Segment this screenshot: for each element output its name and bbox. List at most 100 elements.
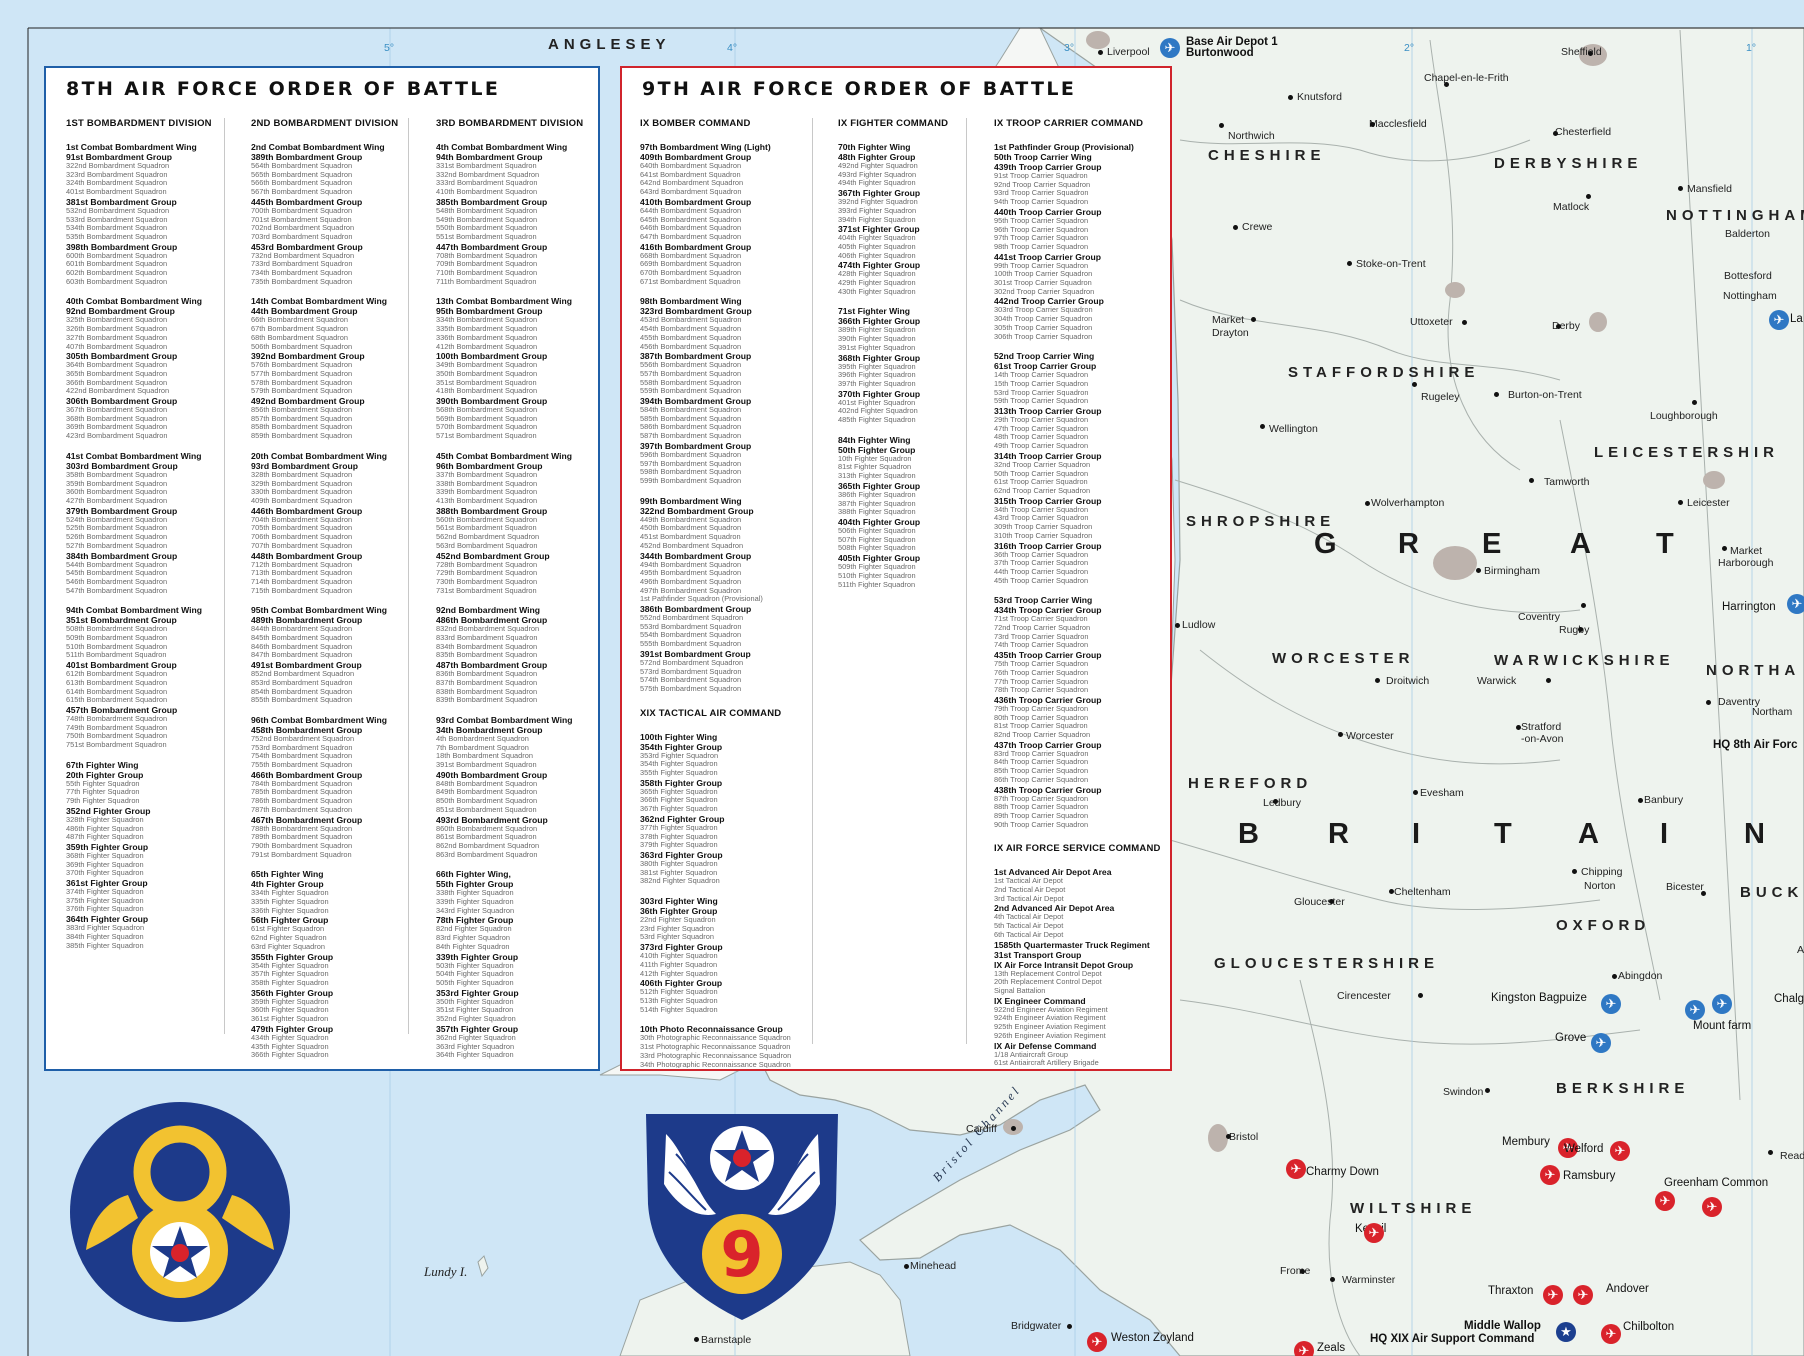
squadron-name: 422nd Bombardment Squadron — [66, 386, 170, 396]
town-dot — [1365, 501, 1370, 506]
town-label: Bottesford — [1724, 270, 1772, 282]
unit-group: 53rd Troop Carrier Wing 434th Troop Carri… — [994, 595, 1164, 829]
unit-group: 1st Pathfinder Group (Provisional) 50th T… — [994, 142, 1164, 341]
sea-label-anglesey: ANGLESEY — [548, 36, 671, 53]
unit-group: 84th Fighter Wing 50th Fighter Group 10th … — [838, 435, 962, 589]
town-dot — [1485, 1088, 1490, 1093]
squadron-name: 859th Bombardment Squadron — [251, 431, 353, 441]
airfield-icon: ✈ — [1364, 1223, 1384, 1243]
town-dot — [1706, 700, 1711, 705]
town-dot — [1330, 1277, 1335, 1282]
town-label: Chipping — [1581, 866, 1623, 878]
unit-group: 66th Fighter Wing, 55th Fighter Group 338t… — [436, 869, 596, 1060]
squadron-name: 343rd Fighter Squadron — [436, 905, 515, 915]
squadron-name: 603th Bombardment Squadron — [66, 276, 168, 286]
squadron-name: 452nd Bombardment Squadron — [640, 540, 744, 550]
county-label: WILTSHIRE — [1350, 1200, 1477, 1217]
hq-label: Burtonwood — [1186, 47, 1254, 59]
town-label: Gloucester — [1294, 896, 1345, 908]
longitude-label: 2° — [1404, 42, 1415, 54]
command-column-1: IX BOMBER COMMAND 97th Bombardment Wing (… — [640, 118, 812, 1068]
hq-label: HQ XIX Air Support Command — [1370, 1333, 1535, 1345]
town-dot — [1612, 974, 1617, 979]
squadron-name: 59th Troop Carrier Squadron — [994, 396, 1089, 406]
town-dot — [1098, 50, 1103, 55]
town-dot — [1529, 478, 1534, 483]
town-label: Ledbury — [1263, 797, 1301, 809]
unit-group: 100th Fighter Wing 354th Fighter Group 353… — [640, 732, 812, 886]
wing-title: 84th Fighter Wing — [838, 434, 911, 445]
country-letter: R — [1328, 818, 1349, 850]
town-dot — [1692, 400, 1697, 405]
squadron-name: 310th Troop Carrier Squadron — [994, 530, 1093, 540]
squadron-name: 494th Fighter Squadron — [838, 178, 916, 188]
county-label: WORCESTER — [1272, 650, 1415, 667]
country-letter: I — [1412, 818, 1421, 850]
wing-title: 70th Fighter Wing — [838, 142, 911, 152]
airfield-icon: ✈ — [1769, 310, 1789, 330]
squadron-name: 84th Fighter Squadron — [436, 941, 510, 951]
town-label: Cardiff — [966, 1123, 997, 1135]
town-label: Worcester — [1346, 730, 1394, 742]
town-dot — [1553, 131, 1558, 136]
town-label: Chesterfield — [1555, 126, 1612, 138]
town-label: Northwich — [1228, 130, 1275, 142]
column-heading: 3RD BOMBARDMENT DIVISION — [436, 118, 584, 129]
unit-group: 10th Photo Reconnaissance Group 30th Phot… — [640, 1024, 812, 1068]
town-label: Uttoxeter — [1410, 316, 1453, 328]
unit-group: 40th Combat Bombardment Wing 92nd Bombard… — [66, 296, 238, 440]
airfield-label: Harrington — [1722, 601, 1776, 613]
town-dot — [904, 1264, 909, 1269]
squadron-name: 82nd Troop Carrier Squadron — [994, 730, 1091, 740]
airfield-icon: ✈ — [1655, 1191, 1675, 1211]
town-dot — [694, 1337, 699, 1342]
town-dot — [1375, 678, 1380, 683]
town-dot — [1329, 899, 1334, 904]
squadron-name: 847th Bombardment Squadron — [251, 650, 353, 660]
county-label: BUCKI — [1740, 884, 1804, 901]
wing-title: 52nd Troop Carrier Wing — [994, 351, 1095, 362]
group-name: 452nd Bombardment Group — [436, 550, 550, 561]
airfield-label: Zeals — [1317, 1342, 1346, 1354]
squadron-name: 63rd Fighter Squadron — [251, 941, 325, 951]
airfield-icon: ✈ — [1286, 1159, 1306, 1179]
county-label: NOTTINGHAMSHI — [1666, 207, 1804, 224]
column-divider — [966, 118, 967, 1044]
airfield-label: Thraxton — [1488, 1285, 1534, 1297]
squadron-name: 358th Fighter Squadron — [251, 978, 329, 987]
squadron-name: 427th Bombardment Squadron — [66, 495, 168, 505]
squadron-name: 563rd Bombardment Squadron — [436, 540, 538, 550]
town-dot — [1288, 95, 1293, 100]
squadron-name: 385th Fighter Squadron — [66, 940, 144, 950]
airfield-label: Grove — [1555, 1032, 1587, 1044]
town-dot — [1722, 546, 1727, 551]
squadron-name: 511th Fighter Squadron — [838, 579, 916, 589]
squadron-name: 579th Bombardment Squadron — [251, 386, 353, 396]
squadron-name: 376th Fighter Squadron — [66, 904, 144, 914]
wing-title: 92nd Bombardment Wing — [436, 605, 541, 616]
squadron-name: 6th Tactical Air Depot — [994, 929, 1064, 939]
squadron-name: 567th Bombardment Squadron — [251, 187, 353, 197]
unit-group: 20th Combat Bombardment Wing 93rd Bombard… — [251, 451, 423, 595]
squadron-name: 787th Bombardment Squadron — [251, 804, 353, 814]
town-label: Leicester — [1687, 497, 1730, 509]
unit-group: 98th Bombardment Wing 323rd Bombardment G… — [640, 296, 812, 485]
squadron-name: 98th Troop Carrier Squadron — [994, 241, 1089, 251]
town-dot — [1226, 1134, 1231, 1139]
unit-group: 2nd Combat Bombardment Wing 389th Bombard… — [251, 142, 423, 286]
town-dot — [1476, 568, 1481, 573]
county-label: SHROPSHIRE — [1186, 513, 1336, 530]
town-label: Norton — [1584, 880, 1616, 892]
wing-title: 93rd Combat Bombardment Wing — [436, 714, 573, 725]
town-dot — [1768, 1150, 1773, 1155]
squadron-name: 34th Photographic Reconnaissance Squadro… — [640, 1059, 791, 1068]
airfield-icon: ✈ — [1610, 1141, 1630, 1161]
column-divider — [224, 118, 225, 1034]
town-dot — [1578, 627, 1583, 632]
unit-group: 52nd Troop Carrier Wing 61st Troop Carrie… — [994, 351, 1164, 585]
squadron-name: 647th Bombardment Squadron — [640, 231, 742, 241]
town-dot — [1701, 891, 1706, 896]
wing-title: 4th Combat Bombardment Wing — [436, 142, 568, 152]
squadron-name: 410th Bombardment Squadron — [436, 187, 538, 197]
airfield-label: Ramsbury — [1563, 1170, 1616, 1182]
